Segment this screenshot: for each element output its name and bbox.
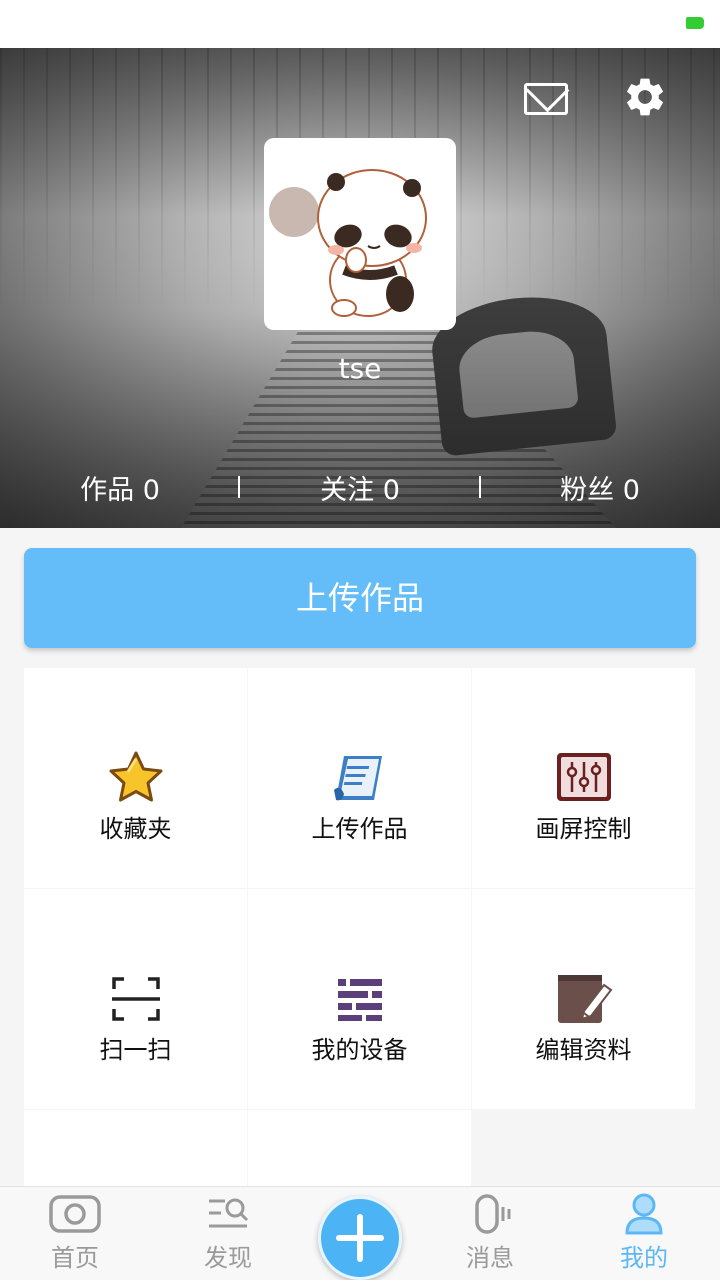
tab-mine[interactable]: 我的 [584,1187,704,1280]
tab-home[interactable]: 首页 [15,1187,135,1280]
tab-discover[interactable]: 发现 [168,1187,288,1280]
menu-item-my-devices[interactable]: 我的设备 [248,889,471,1109]
list-icon [337,979,382,1021]
menu-item-upload-works[interactable]: 上传作品 [248,668,471,888]
tab-messages[interactable]: 消息 [430,1187,550,1280]
stat-following[interactable]: 关注 0 [240,468,480,507]
stat-fans[interactable]: 粉丝 0 [480,468,720,507]
camera-icon [49,1195,101,1233]
add-icon [336,1214,384,1262]
sliders-icon [556,753,611,801]
message-icon [475,1194,511,1234]
star-icon [109,751,162,802]
battery-icon [686,17,704,29]
avatar[interactable] [264,138,456,330]
mail-icon[interactable] [524,83,568,115]
status-bar [0,0,720,48]
menu-grid: 收藏夹 上传作品 画屏控制 扫一扫 我的设备 编辑资料 [24,668,696,1280]
menu-item-screen-control[interactable]: 画屏控制 [472,668,695,888]
username: tse [338,352,382,385]
panda-avatar-image [269,169,427,317]
menu-item-favorites[interactable]: 收藏夹 [24,668,247,888]
discover-icon [209,1198,249,1228]
document-icon [333,756,382,801]
upload-works-button[interactable]: 上传作品 [24,548,696,648]
menu-item-edit-profile[interactable]: 编辑资料 [472,889,695,1109]
gear-icon[interactable] [622,74,668,120]
edit-icon [557,975,612,1023]
menu-item-scan[interactable]: 扫一扫 [24,889,247,1109]
scan-icon [111,977,160,1021]
user-icon [625,1193,663,1235]
profile-stats: 作品 0 关注 0 粉丝 0 [0,468,720,512]
add-button[interactable] [318,1196,402,1280]
stat-works[interactable]: 作品 0 [0,468,240,507]
